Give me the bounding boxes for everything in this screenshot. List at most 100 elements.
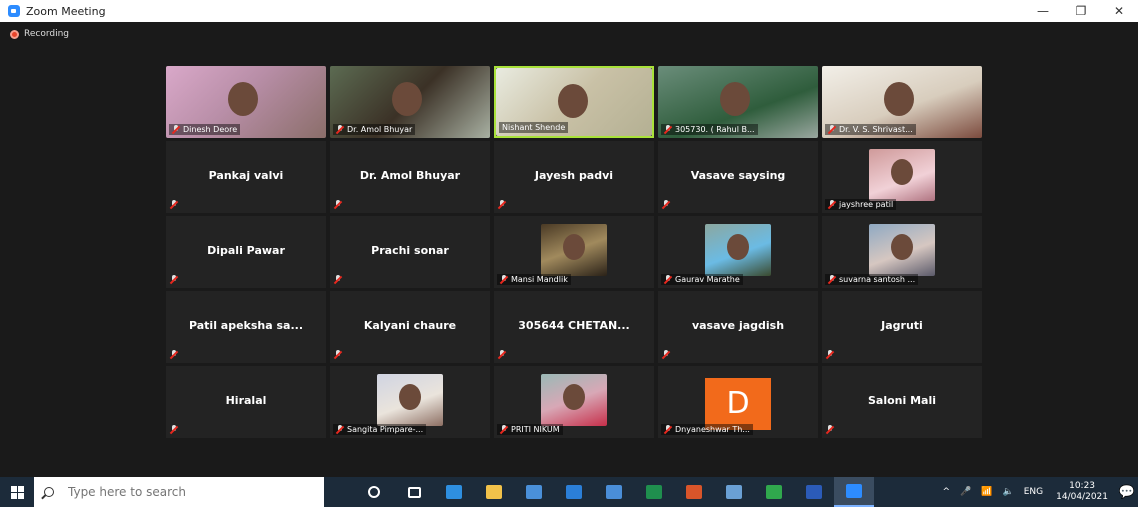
participant-tile[interactable]: Dr. V. S. Shrivast... xyxy=(822,66,982,138)
excel-taskbar-button[interactable] xyxy=(634,477,674,507)
participant-name-label: Dr. Amol Bhuyar xyxy=(333,124,416,135)
participant-tile[interactable]: Nishant Shende xyxy=(494,66,654,138)
participant-name: Dr. V. S. Shrivast... xyxy=(839,125,913,134)
participant-tile[interactable]: suvarna santosh ... xyxy=(822,216,982,288)
participant-tile[interactable]: Pankaj valvi xyxy=(166,141,326,213)
microphone-icon[interactable]: 🎤 xyxy=(960,487,971,497)
participant-tile[interactable]: vasave jagdish xyxy=(658,291,818,363)
title-bar: Zoom Meeting — ❐ ✕ xyxy=(0,0,1138,22)
participant-display-name: Dipali Pawar xyxy=(207,244,285,257)
participant-face xyxy=(228,82,258,116)
powerpoint-taskbar-button[interactable] xyxy=(674,477,714,507)
participant-name: Sangita Pimpare-... xyxy=(347,425,424,434)
chrome-taskbar-button[interactable] xyxy=(754,477,794,507)
participant-avatar: D xyxy=(705,378,771,430)
participant-display-name: Jayesh padvi xyxy=(534,169,614,182)
participant-tile[interactable]: Dipali Pawar xyxy=(166,216,326,288)
participant-tile[interactable]: Sangita Pimpare-... xyxy=(330,366,490,438)
participant-display-name: Kalyani chaure xyxy=(363,319,457,332)
participant-name-label: Mansi Mandlik xyxy=(497,274,571,285)
participant-name: 305730. ( Rahul B... xyxy=(675,125,755,134)
muted-mic-icon xyxy=(498,200,506,209)
muted-mic-icon xyxy=(334,200,342,209)
language-indicator[interactable]: ENG xyxy=(1024,487,1043,497)
file-explorer-taskbar-button[interactable] xyxy=(474,477,514,507)
muted-mic-icon xyxy=(664,425,672,434)
participant-video xyxy=(869,224,935,276)
participant-name-label: suvarna santosh ... xyxy=(825,274,919,285)
muted-mic-icon xyxy=(662,200,670,209)
volume-icon[interactable]: 🔈 xyxy=(1003,487,1014,497)
participant-tile[interactable]: Dr. Amol Bhuyar xyxy=(330,66,490,138)
notifications-icon[interactable]: 💬 xyxy=(1116,477,1138,507)
powerpoint-icon xyxy=(686,485,702,499)
mail-taskbar-button[interactable] xyxy=(554,477,594,507)
participant-display-name: Vasave saysing xyxy=(690,169,786,182)
muted-mic-icon xyxy=(826,350,834,359)
participant-tile[interactable]: Jagruti xyxy=(822,291,982,363)
participant-face xyxy=(392,82,422,116)
cortana-taskbar-button[interactable] xyxy=(354,477,394,507)
recording-dot-icon xyxy=(10,29,19,39)
search-input[interactable] xyxy=(68,485,288,499)
participant-display-name: Dr. Amol Bhuyar xyxy=(359,169,461,182)
task-view-icon xyxy=(407,486,421,498)
participant-display-name: Saloni Mali xyxy=(867,394,936,407)
muted-mic-icon xyxy=(500,275,508,284)
participant-name-label: Gaurav Marathe xyxy=(661,274,743,285)
recording-indicator[interactable]: Recording xyxy=(10,29,69,39)
start-button[interactable] xyxy=(0,477,34,507)
participant-name-label: 305730. ( Rahul B... xyxy=(661,124,758,135)
app-taskbar-button[interactable] xyxy=(714,477,754,507)
network-icon[interactable]: 📶 xyxy=(981,487,992,497)
participant-tile[interactable]: Dr. Amol Bhuyar xyxy=(330,141,490,213)
photos-icon xyxy=(606,485,622,499)
participant-name-label: jayshree patil xyxy=(825,199,897,210)
participant-tile[interactable]: Hiralal xyxy=(166,366,326,438)
participant-face xyxy=(891,159,913,185)
participant-name: PRITI NIKUM xyxy=(511,425,560,434)
participant-display-name: 305644 CHETAN... xyxy=(518,319,630,332)
participant-tile[interactable]: Saloni Mali xyxy=(822,366,982,438)
participant-name: Mansi Mandlik xyxy=(511,275,568,284)
close-button[interactable]: ✕ xyxy=(1100,0,1138,22)
muted-mic-icon xyxy=(500,425,508,434)
participant-tile[interactable]: PRITI NIKUM xyxy=(494,366,654,438)
clock-date: 14/04/2021 xyxy=(1056,492,1108,502)
system-tray: ^ 🎤 📶 🔈 ENG 10:23 14/04/2021 💬 xyxy=(938,477,1138,507)
participant-tile[interactable]: Dinesh Deore xyxy=(166,66,326,138)
participant-tile[interactable]: jayshree patil xyxy=(822,141,982,213)
participant-name: Gaurav Marathe xyxy=(675,275,740,284)
participant-tile[interactable]: D Dnyaneshwar Th... xyxy=(658,366,818,438)
store-taskbar-button[interactable] xyxy=(514,477,554,507)
cortana-icon xyxy=(368,486,380,498)
zoom-taskbar-button[interactable] xyxy=(834,477,874,507)
zoom-app-icon xyxy=(8,5,20,17)
participant-tile[interactable]: Prachi sonar xyxy=(330,216,490,288)
tray-chevron-icon[interactable]: ^ xyxy=(943,487,951,497)
participant-tile[interactable]: Vasave saysing xyxy=(658,141,818,213)
chrome-icon xyxy=(766,485,782,499)
muted-mic-icon xyxy=(336,125,344,134)
participant-name-label: Dnyaneshwar Th... xyxy=(661,424,753,435)
participant-tile[interactable]: 305730. ( Rahul B... xyxy=(658,66,818,138)
participant-face xyxy=(563,234,585,260)
participant-tile[interactable]: Gaurav Marathe xyxy=(658,216,818,288)
clock[interactable]: 10:23 14/04/2021 xyxy=(1056,481,1108,503)
taskbar-search[interactable] xyxy=(34,477,324,507)
edge-taskbar-button[interactable] xyxy=(434,477,474,507)
restore-button[interactable]: ❐ xyxy=(1062,0,1100,22)
participant-tile[interactable]: Patil apeksha sa... xyxy=(166,291,326,363)
participant-face xyxy=(563,384,585,410)
participant-tile[interactable]: 305644 CHETAN... xyxy=(494,291,654,363)
zoom-icon xyxy=(846,484,862,498)
photos-taskbar-button[interactable] xyxy=(594,477,634,507)
participant-tile[interactable]: Jayesh padvi xyxy=(494,141,654,213)
participant-display-name: Pankaj valvi xyxy=(208,169,284,182)
word-taskbar-button[interactable] xyxy=(794,477,834,507)
muted-mic-icon xyxy=(826,425,834,434)
participant-tile[interactable]: Mansi Mandlik xyxy=(494,216,654,288)
minimize-button[interactable]: — xyxy=(1024,0,1062,22)
task-view-taskbar-button[interactable] xyxy=(394,477,434,507)
participant-tile[interactable]: Kalyani chaure xyxy=(330,291,490,363)
